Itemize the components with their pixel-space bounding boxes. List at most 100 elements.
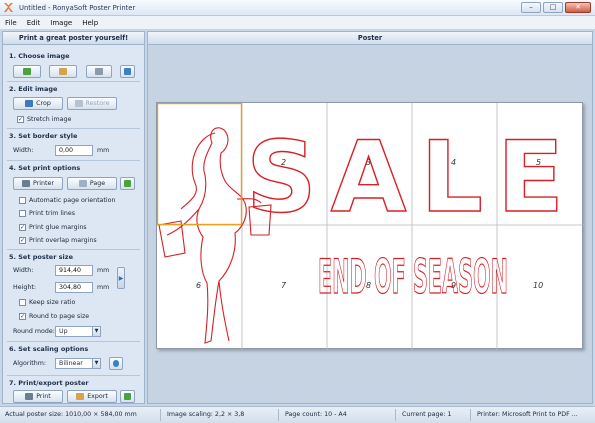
chevron-down-icon: ▼ [92, 359, 100, 368]
menu-help[interactable]: Help [77, 19, 103, 27]
glue-margins-label: Print glue margins [29, 224, 87, 231]
algorithm-label: Algorithm: [13, 360, 46, 367]
preview-icon [124, 180, 131, 187]
print-label: Print [36, 393, 51, 400]
poster-artwork: SALE END OF SEASON [157, 103, 584, 350]
stretch-image-label: Stretch image [27, 116, 72, 123]
trim-lines-check [19, 210, 26, 217]
app-logo-icon [3, 2, 14, 13]
section-print-export: 7. Print/export poster [9, 379, 89, 387]
section-scaling-options: 6. Set scaling options [9, 345, 89, 353]
restore-button[interactable]: Restore [67, 97, 117, 110]
maximize-icon[interactable]: □ [543, 2, 563, 13]
section-edit-image: 2. Edit image [9, 85, 58, 93]
glue-margins-check: ✓ [19, 224, 26, 231]
size-arrow-icon[interactable]: ▶ [117, 267, 125, 289]
algorithm-select[interactable]: Bilinear ▼ [55, 358, 101, 369]
section-poster-size: 5. Set poster size [9, 253, 73, 261]
crop-icon [25, 100, 34, 107]
scan-image-button[interactable] [86, 65, 112, 78]
section-print-options: 4. Set print options [9, 164, 81, 172]
close-icon[interactable]: ✕ [565, 2, 591, 13]
page-setup-button[interactable]: Page [67, 177, 117, 190]
round-mode-value: Up [59, 328, 68, 335]
crop-label: Crop [36, 100, 51, 107]
printer-button[interactable]: Printer [13, 177, 63, 190]
glue-margins-checkbox[interactable]: ✓ Print glue margins [19, 224, 87, 231]
auto-orientation-label: Automatic page orientation [29, 197, 116, 204]
trim-lines-label: Print trim lines [29, 210, 76, 217]
menu-edit[interactable]: Edit [22, 19, 46, 27]
wizard-panel: Print a great poster yourself! 1. Choose… [2, 31, 145, 404]
status-bar: Actual poster size: 1010,00 × 584,00 mm … [0, 406, 595, 423]
export-label: Export [87, 393, 108, 400]
poster-panel: Poster SALE END OF SEASON 2 3 4 5 6 7 8 … [147, 31, 593, 404]
round-page-label: Round to page size [29, 313, 90, 320]
round-mode-select[interactable]: Up ▼ [55, 326, 101, 337]
keep-ratio-check [19, 299, 26, 306]
poster-width-input[interactable]: 914,40 [55, 265, 93, 276]
crop-button[interactable]: Crop [13, 97, 63, 110]
open-image-icon [23, 68, 31, 75]
trim-lines-checkbox[interactable]: Print trim lines [19, 210, 75, 217]
status-actual-size: Actual poster size: 1010,00 × 584,00 mm [5, 411, 137, 418]
print-preview-button[interactable] [120, 177, 135, 190]
page-number-5: 5 [536, 158, 542, 167]
printer-label: Printer [33, 180, 54, 187]
zoom-preview-button[interactable] [109, 357, 123, 370]
poster-sale-text: SALE [246, 121, 578, 235]
poster-height-input[interactable]: 304,80 [55, 282, 93, 293]
wizard-panel-header: Print a great poster yourself! [3, 32, 144, 45]
minimize-icon[interactable]: – [521, 2, 541, 13]
page-number-10: 10 [533, 281, 544, 290]
poster-panel-header: Poster [148, 32, 592, 45]
print-icon [25, 393, 34, 400]
border-width-input[interactable]: 0,00 [55, 145, 93, 156]
export-button[interactable]: Export [67, 390, 117, 403]
status-image-scaling: Image scaling: 2,2 × 3,8 [167, 411, 245, 418]
poster-season-text: END OF SEASON [318, 250, 508, 305]
round-page-checkbox[interactable]: ✓ Round to page size [19, 313, 89, 320]
auto-orientation-check [19, 197, 26, 204]
window-title: Untitled - RonyaSoft Poster Printer [19, 3, 136, 12]
title-bar: Untitled - RonyaSoft Poster Printer – □ … [0, 0, 595, 16]
export-preview-button[interactable] [120, 390, 135, 403]
menu-file[interactable]: File [0, 19, 22, 27]
algorithm-value: Bilinear [59, 360, 83, 367]
round-mode-label: Round mode: [13, 328, 55, 335]
clipboard-icon [59, 68, 67, 75]
export-icon [76, 393, 85, 400]
scanner-icon [95, 68, 103, 75]
border-width-unit: mm [97, 147, 110, 154]
image-properties-button[interactable] [120, 65, 135, 78]
page-number-7: 7 [281, 281, 287, 290]
print-button[interactable]: Print [13, 390, 63, 403]
poster-width-unit: mm [97, 267, 110, 274]
keep-ratio-checkbox[interactable]: Keep size ratio [19, 299, 75, 306]
magnifier-icon [113, 360, 119, 367]
stretch-image-checkbox[interactable]: ✓ Stretch image [17, 116, 71, 123]
chevron-down-icon: ▼ [92, 327, 100, 336]
page-number-8: 8 [366, 281, 372, 290]
poster-height-label: Height: [13, 284, 36, 291]
menu-image[interactable]: Image [45, 19, 77, 27]
status-printer: Printer: Microsoft Print to PDF ... [477, 411, 578, 418]
restore-icon [74, 100, 83, 107]
round-page-check: ✓ [19, 313, 26, 320]
auto-orientation-checkbox[interactable]: Automatic page orientation [19, 197, 115, 204]
poster-preview[interactable]: SALE END OF SEASON 2 3 4 5 6 7 8 9 10 [156, 102, 584, 350]
page-label: Page [89, 180, 106, 187]
section-border-style: 3. Set border style [9, 132, 78, 140]
border-width-label: Width: [13, 147, 34, 154]
page-number-9: 9 [451, 281, 457, 290]
overlap-margins-checkbox[interactable]: ✓ Print overlap margins [19, 237, 97, 244]
page-number-6: 6 [196, 281, 202, 290]
overlap-margins-label: Print overlap margins [29, 237, 97, 244]
poster-canvas[interactable]: SALE END OF SEASON 2 3 4 5 6 7 8 9 10 [148, 46, 592, 403]
current-page-highlight [157, 103, 243, 226]
page-number-3: 3 [366, 158, 372, 167]
status-current-page: Current page: 1 [402, 411, 452, 418]
clipboard-image-button[interactable] [49, 65, 77, 78]
overlap-margins-check: ✓ [19, 237, 26, 244]
open-image-button[interactable] [13, 65, 41, 78]
